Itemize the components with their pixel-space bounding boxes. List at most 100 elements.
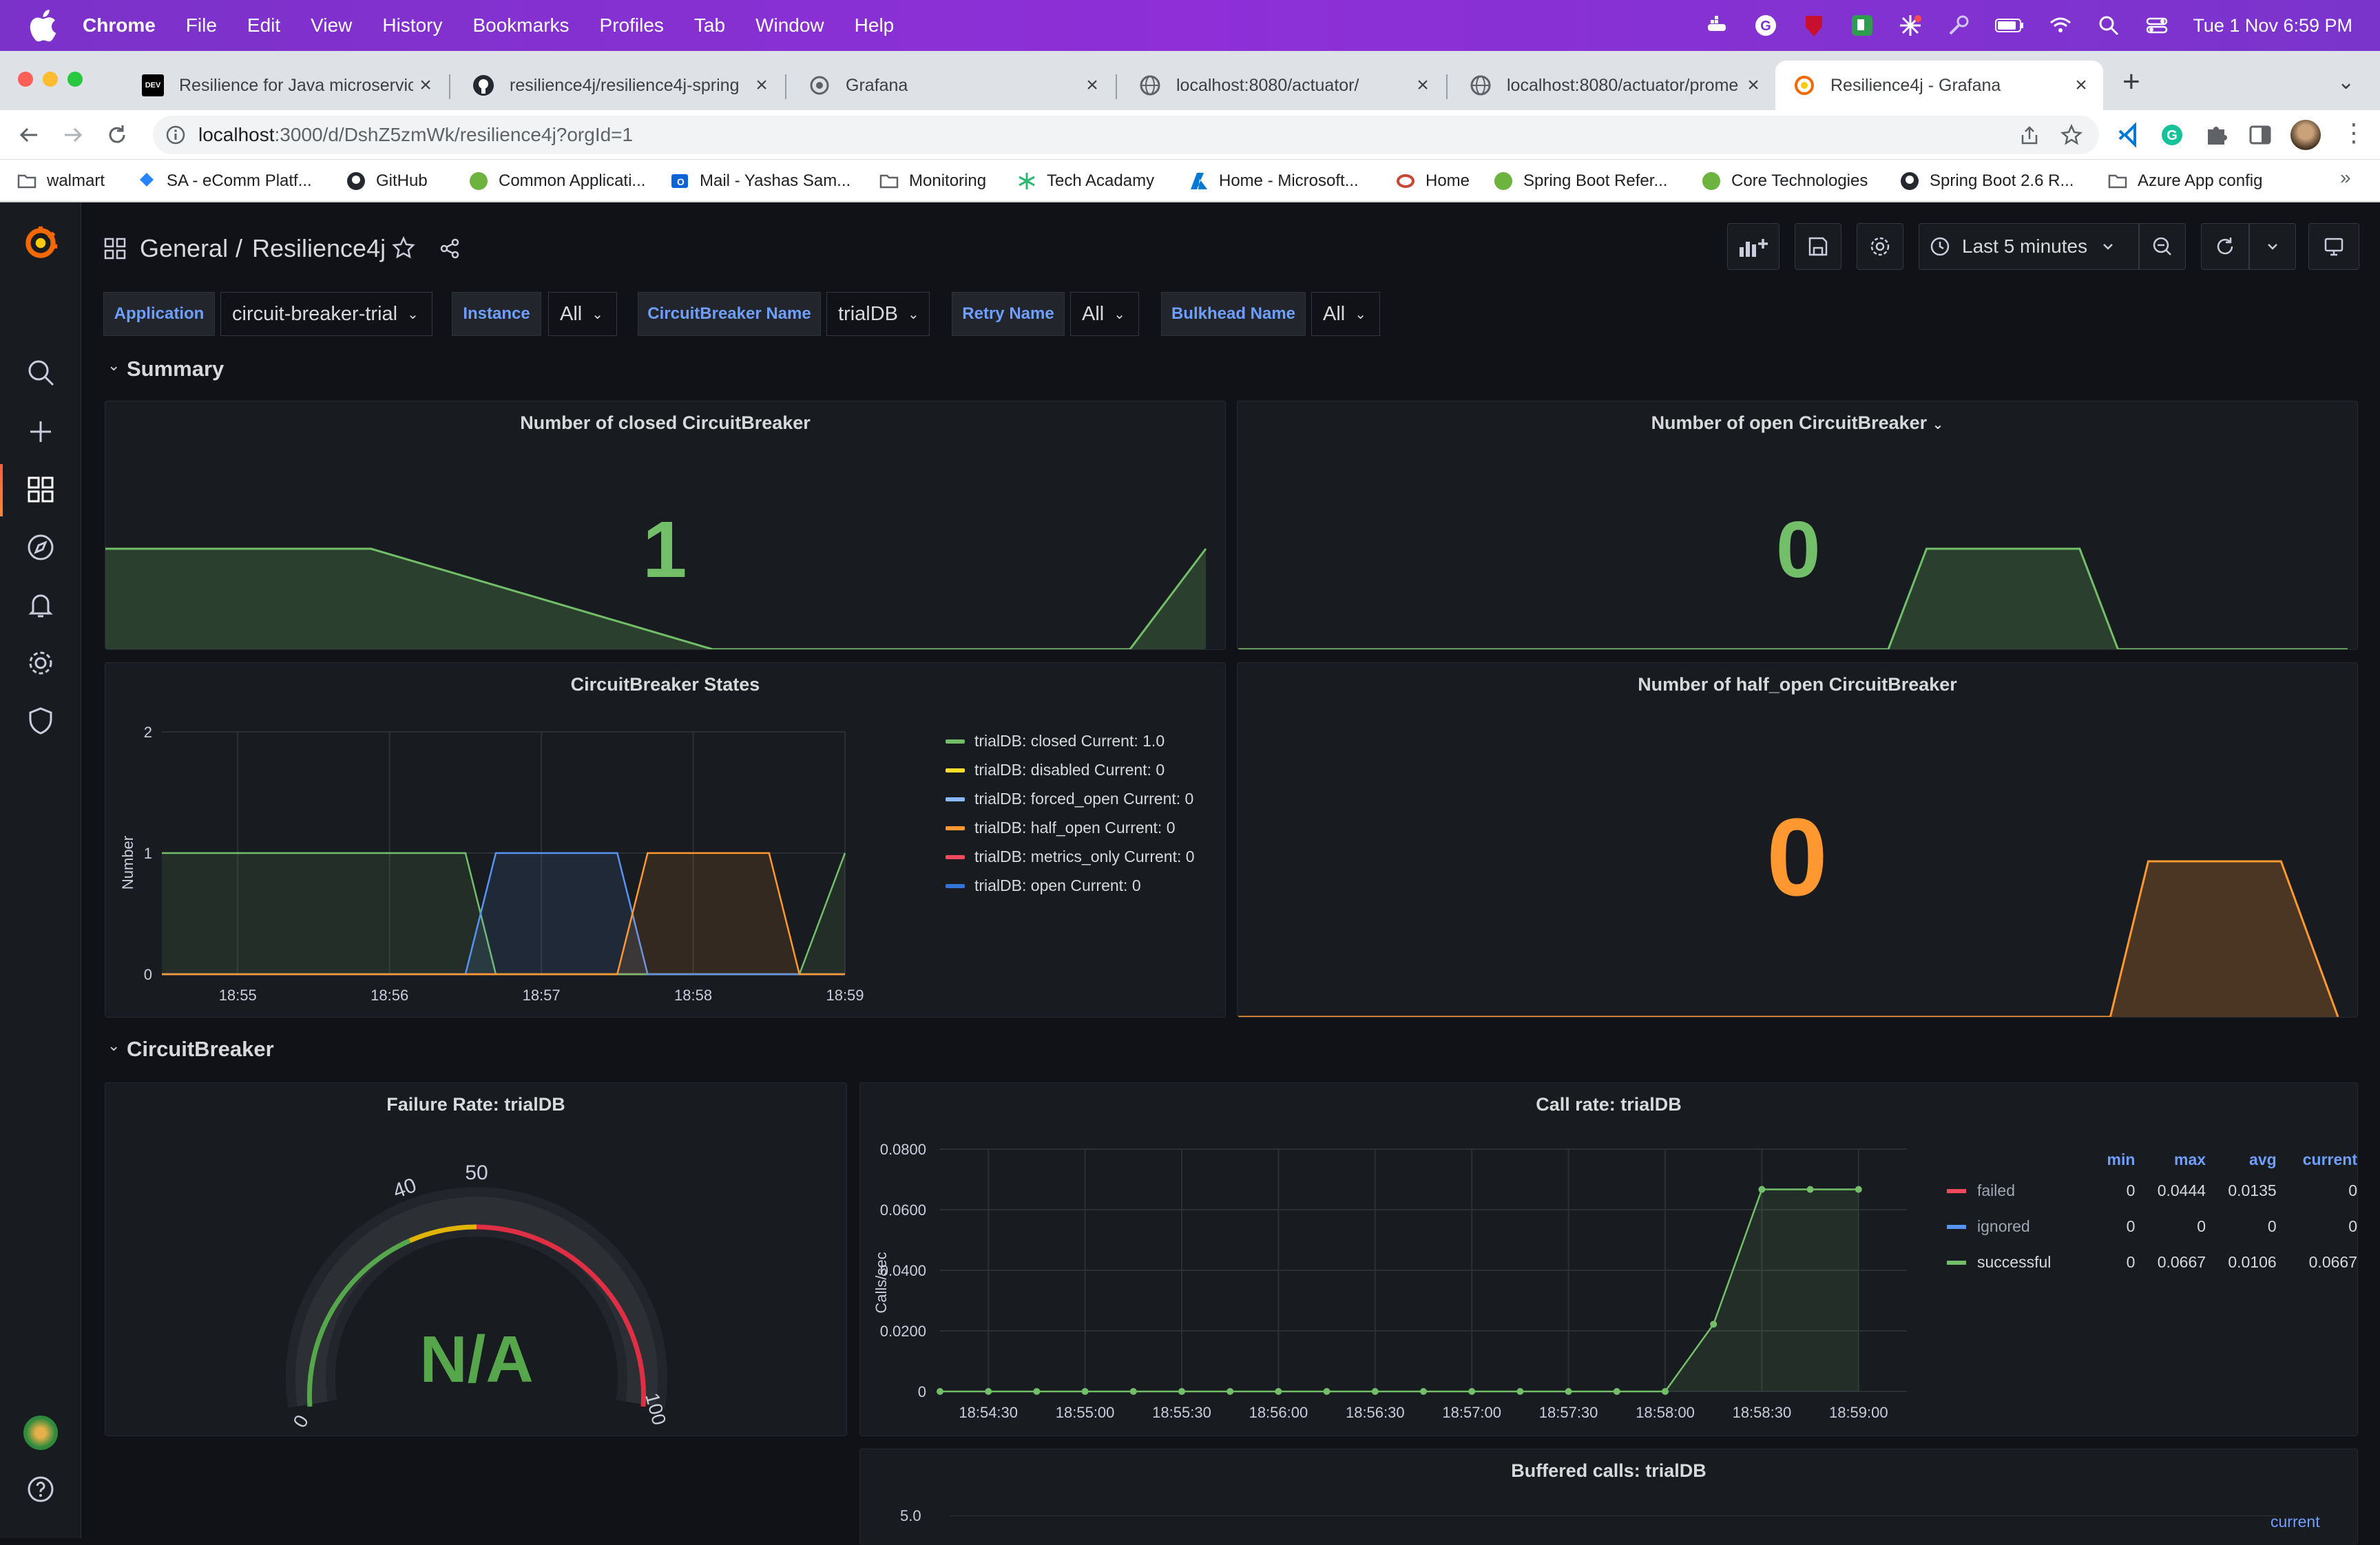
chrome-menu-icon[interactable]: ⋮ [2341, 118, 2366, 147]
sparkle-icon[interactable] [1898, 13, 1923, 38]
favorite-star-icon[interactable] [391, 235, 416, 260]
share-icon[interactable] [2019, 125, 2040, 146]
menu-edit[interactable]: Edit [247, 14, 280, 36]
menu-app-name[interactable]: Chrome [83, 14, 156, 36]
wifi-icon[interactable] [2048, 13, 2073, 38]
legend-row[interactable]: successful 0 0.0667 0.0106 0.0667 [1947, 1244, 2357, 1280]
menu-bookmarks[interactable]: Bookmarks [472, 14, 569, 36]
user-avatar[interactable] [23, 1416, 58, 1450]
variable-select-bulkhead-name[interactable]: All ⌄ [1311, 292, 1380, 336]
menu-window[interactable]: Window [755, 14, 824, 36]
variable-select-retry-name[interactable]: All ⌄ [1070, 292, 1139, 336]
dashboard-settings-button[interactable] [1857, 223, 1903, 270]
bookmark-item[interactable]: Spring Boot Refer... [1493, 168, 1667, 194]
panel-call-rate[interactable]: Call rate: trialDB Calls/sec 18:54:30 18:… [859, 1082, 2358, 1436]
panel-open-circuitbreaker[interactable]: Number of open CircuitBreaker ⌄ 0 [1237, 401, 2358, 650]
browser-tab[interactable]: Grafana × [791, 61, 1114, 110]
grammarly-extension-icon[interactable]: G [2160, 123, 2184, 147]
browser-tab[interactable]: localhost:8080/actuator/prome × [1452, 61, 1775, 110]
close-tab-icon[interactable]: × [1410, 74, 1435, 97]
variable-select-application[interactable]: circuit-breaker-trial ⌄ [220, 292, 432, 336]
save-dashboard-button[interactable] [1795, 223, 1841, 270]
dashboard-title[interactable]: Resilience4j [252, 234, 386, 263]
menu-view[interactable]: View [311, 14, 352, 36]
refresh-interval-dropdown[interactable] [2249, 223, 2296, 270]
menu-tab[interactable]: Tab [694, 14, 725, 36]
menu-profiles[interactable]: Profiles [600, 14, 664, 36]
row-title-circuitbreaker[interactable]: CircuitBreaker [127, 1037, 274, 1062]
legend-header-current[interactable]: current [2271, 1513, 2320, 1531]
control-center-icon[interactable] [2144, 13, 2169, 38]
panel-buffered-calls[interactable]: Buffered calls: trialDB 5.0 current [859, 1449, 2358, 1545]
close-tab-icon[interactable]: × [749, 74, 774, 97]
bookmark-item[interactable]: Common Applicati... [468, 168, 645, 194]
bookmark-item[interactable]: GitHub [346, 168, 428, 194]
legend-item[interactable]: trialDB: half_open Current: 0 [946, 819, 1176, 837]
bookmark-item[interactable]: Core Technologies [1701, 168, 1868, 194]
panel-closed-circuitbreaker[interactable]: Number of closed CircuitBreaker 1 [105, 401, 1226, 650]
close-tab-icon[interactable]: × [1080, 74, 1105, 97]
browser-tab[interactable]: resilience4j/resilience4j-spring × [455, 61, 784, 110]
help-icon[interactable] [25, 1473, 56, 1505]
address-bar[interactable]: localhost:3000/d/DshZ5zmWk/resilience4j?… [153, 116, 2099, 154]
legend-header-min[interactable]: min [2084, 1146, 2136, 1173]
bookmark-item[interactable]: O Mail - Yashas Sam... [669, 168, 850, 194]
zoom-out-button[interactable] [2139, 223, 2186, 270]
bookmark-item[interactable]: Tech Acadamy [1016, 168, 1154, 194]
browser-tab[interactable]: DEV Resilience for Java microservic × [124, 61, 448, 110]
profile-avatar[interactable] [2290, 120, 2321, 150]
breadcrumb-folder[interactable]: General [140, 234, 228, 263]
close-tab-icon[interactable]: × [413, 74, 438, 97]
battery-icon[interactable] [1994, 13, 2025, 38]
add-panel-button[interactable] [1727, 223, 1779, 270]
legend-header-max[interactable]: max [2135, 1146, 2206, 1173]
side-panel-icon[interactable] [2248, 123, 2273, 147]
create-plus-icon[interactable] [25, 416, 56, 448]
legend-item[interactable]: trialDB: forced_open Current: 0 [946, 790, 1193, 808]
menu-help[interactable]: Help [855, 14, 895, 36]
legend-row[interactable]: failed 0 0.0444 0.0135 0 [1947, 1173, 2357, 1208]
site-info-icon[interactable] [165, 125, 186, 145]
menu-history[interactable]: History [382, 14, 442, 36]
panel-failure-rate[interactable]: Failure Rate: trialDB 0 40 50 100 N/A [105, 1082, 847, 1436]
panel-half-open-circuitbreaker[interactable]: Number of half_open CircuitBreaker 0 [1237, 662, 2358, 1018]
configuration-gear-icon[interactable] [25, 647, 56, 679]
close-tab-icon[interactable]: × [1741, 74, 1766, 97]
time-range-picker[interactable]: Last 5 minutes [1919, 223, 2139, 270]
explore-compass-icon[interactable] [25, 532, 56, 563]
row-collapse-chevron-icon[interactable]: ⌄ [107, 1037, 120, 1055]
extensions-puzzle-icon[interactable] [2204, 123, 2228, 147]
vscode-extension-icon[interactable] [2117, 123, 2142, 147]
refresh-button[interactable] [2201, 223, 2249, 270]
bookmark-folder[interactable]: Azure App config [2107, 168, 2262, 194]
legend-item[interactable]: trialDB: metrics_only Current: 0 [946, 848, 1195, 866]
variable-select-circuitbreaker-name[interactable]: trialDB ⌄ [826, 292, 930, 336]
bookmark-item[interactable]: Spring Boot 2.6 R... [1899, 168, 2074, 194]
tv-mode-button[interactable] [2308, 223, 2359, 270]
legend-item[interactable]: trialDB: open Current: 0 [946, 876, 1141, 895]
panel-circuitbreaker-states[interactable]: CircuitBreaker States Number 18:55 18:56 1… [105, 662, 1226, 1018]
alerting-bell-icon[interactable] [25, 589, 56, 621]
browser-tab-active[interactable]: Resilience4j - Grafana × [1775, 61, 2103, 110]
more-bookmarks-icon[interactable]: » [2340, 167, 2351, 189]
server-admin-shield-icon[interactable] [25, 705, 56, 737]
window-minimize-button[interactable] [43, 72, 58, 87]
search-icon[interactable] [25, 357, 56, 388]
share-dashboard-icon[interactable] [438, 237, 461, 260]
legend-item[interactable]: trialDB: closed Current: 1.0 [946, 732, 1165, 750]
window-close-button[interactable] [18, 72, 33, 87]
forward-arrow-icon[interactable] [61, 123, 85, 147]
timer-app-icon[interactable] [1850, 13, 1875, 38]
row-title-summary[interactable]: Summary [127, 357, 224, 381]
bookmark-item[interactable]: Home - Microsoft... [1189, 168, 1359, 194]
legend-item[interactable]: trialDB: disabled Current: 0 [946, 761, 1165, 779]
legend-row[interactable]: ignored 0 0 0 0 [1947, 1208, 2357, 1244]
new-tab-button[interactable]: + [2122, 65, 2140, 99]
legend-header-avg[interactable]: avg [2206, 1146, 2277, 1173]
dashboards-grid-icon[interactable] [25, 474, 56, 505]
apple-logo-icon[interactable] [23, 5, 65, 46]
row-collapse-chevron-icon[interactable]: ⌄ [107, 357, 120, 375]
window-zoom-button[interactable] [67, 72, 83, 87]
bookmark-item[interactable]: SA - eComm Platf... [136, 168, 312, 194]
grafana-logo-icon[interactable] [21, 223, 61, 263]
